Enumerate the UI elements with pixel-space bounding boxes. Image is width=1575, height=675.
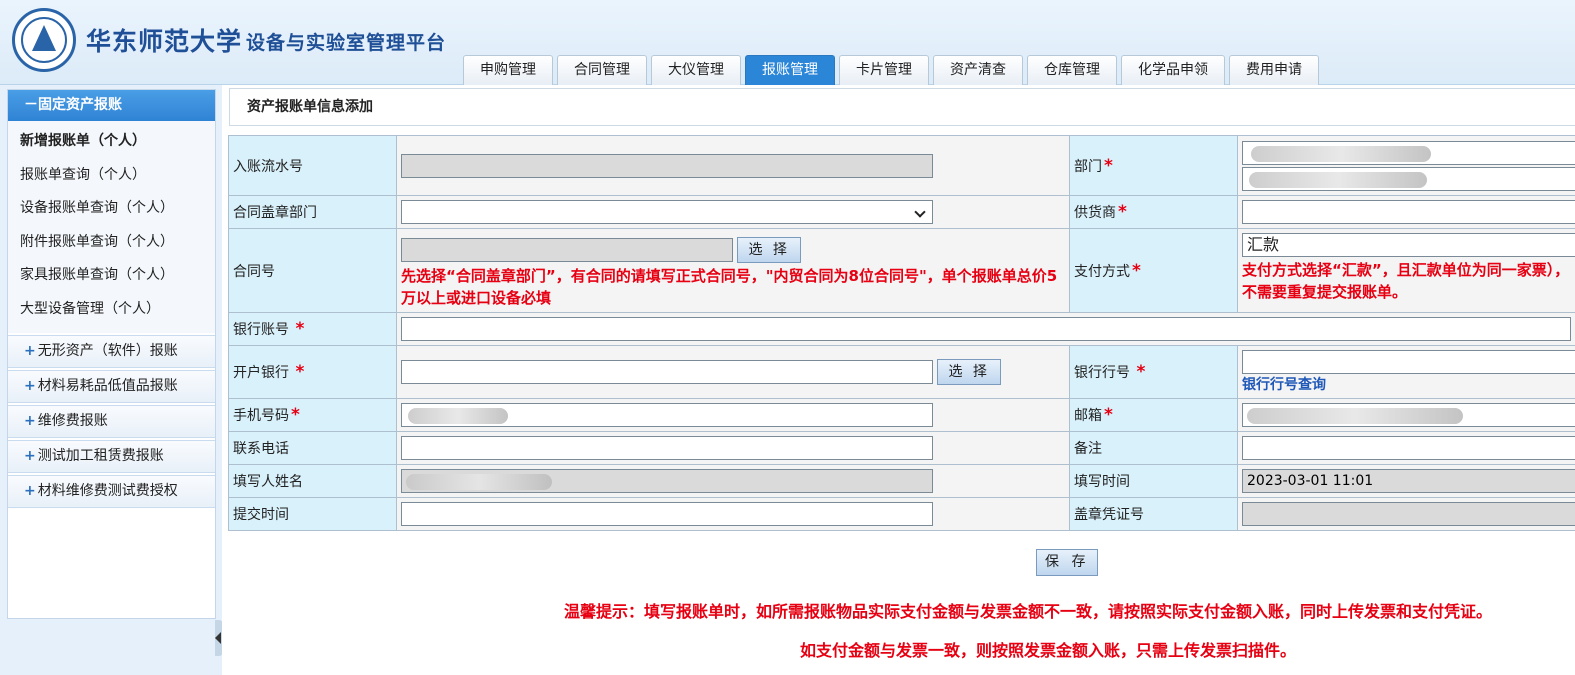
contract-no-hint: 先选择“合同盖章部门”，有合同的请填写正式合同号，"内贸合同为8位合同号"，单个… [401, 266, 1058, 307]
contract-dept-select[interactable] [401, 200, 933, 224]
filler-name-label: 填写人姓名 [228, 464, 397, 498]
university-logo [12, 8, 76, 72]
tab-6[interactable]: 仓库管理 [1027, 55, 1117, 85]
plus-icon: + [24, 342, 36, 359]
bank-label: 开户银行 * [228, 345, 397, 399]
sidebar-item-2[interactable]: 设备报账单查询（个人） [8, 192, 215, 226]
bank-account-label: 银行账号 * [228, 312, 397, 346]
main-content: 资产报账单信息添加 入账流水号 部门 * 合同盖章部门 供货商 * 合同号 选 … [222, 85, 1575, 675]
bank-code-label: 银行行号 * [1069, 345, 1238, 399]
entry-no-input [401, 153, 933, 178]
entry-no-label: 入账流水号 [228, 135, 397, 196]
payment-label: 支付方式 * [1069, 228, 1238, 313]
tab-3[interactable]: 报账管理 [745, 55, 835, 85]
phone-input[interactable] [401, 436, 933, 460]
mobile-input[interactable] [401, 403, 933, 427]
contract-no-input [401, 237, 733, 262]
platform-name: 设备与实验室管理平台 [246, 32, 447, 54]
fill-time-input [1242, 469, 1575, 493]
sidebar-collapsed-groups: + 无形资产（软件）报账 + 材料易耗品低值品报账 + 维修费报账 + 测试加工租赁费报账 + 材… [8, 334, 215, 508]
fill-time-label: 填写时间 [1069, 464, 1238, 498]
supplier-label: 供货商 * [1069, 195, 1238, 229]
supplier-input[interactable] [1242, 200, 1575, 224]
filler-name-input [401, 469, 933, 493]
remark-input[interactable] [1242, 436, 1575, 460]
sidebar-group-3[interactable]: + 测试加工租赁费报账 [8, 439, 215, 473]
sidebar-group-label: 维修费报账 [37, 412, 108, 429]
bank-code-input[interactable] [1242, 350, 1575, 374]
sidebar-group-0[interactable]: + 无形资产（软件）报账 [8, 334, 215, 368]
plus-icon: + [24, 412, 36, 429]
sidebar-group-label: 材料维修费测试费授权 [37, 482, 178, 499]
sidebar-group-label: 固定资产报账 [38, 97, 122, 113]
sidebar-group-1[interactable]: + 材料易耗品低值品报账 [8, 369, 215, 403]
email-label: 邮箱 * [1069, 398, 1238, 432]
bank-account-input[interactable] [401, 317, 1571, 341]
warm-tip-line-1: 温馨提示：填写报账单时，如所需报账物品实际支付金额与发票金额不一致，请按照实际支… [564, 602, 1493, 621]
sidebar-item-1[interactable]: 报账单查询（个人） [8, 159, 215, 193]
tab-5[interactable]: 资产清查 [933, 55, 1023, 85]
tab-4[interactable]: 卡片管理 [839, 55, 929, 85]
seal-voucher-input [1242, 502, 1575, 526]
minus-icon: － [24, 97, 38, 113]
seal-voucher-label: 盖章凭证号 [1069, 497, 1238, 531]
submit-time-label: 提交时间 [228, 497, 397, 531]
email-input[interactable] [1242, 403, 1575, 427]
tab-7[interactable]: 化学品申领 [1121, 55, 1225, 85]
mobile-label: 手机号码 * [228, 398, 397, 432]
sidebar-panel: －固定资产报账 新增报账单（个人） 报账单查询（个人） 设备报账单查询（个人） 附件报… [7, 89, 216, 619]
tab-0[interactable]: 申购管理 [463, 55, 553, 85]
submit-time-input[interactable] [401, 502, 933, 526]
chevron-left-icon [215, 632, 221, 644]
sidebar-item-5[interactable]: 大型设备管理（个人） [8, 293, 215, 327]
panel-title: 资产报账单信息添加 [229, 88, 1575, 126]
bank-input[interactable] [401, 360, 933, 384]
save-button[interactable]: 保 存 [1036, 549, 1099, 576]
plus-icon: + [24, 447, 36, 464]
sidebar-item-4[interactable]: 家具报账单查询（个人） [8, 259, 215, 293]
header: 华东师范大学 设备与实验室管理平台 申购管理 合同管理 大仪管理 报账管理 卡片管理 资产… [0, 0, 1575, 85]
sidebar-group-label: 测试加工租赁费报账 [37, 447, 164, 464]
sidebar-group-4[interactable]: + 材料维修费测试费授权 [8, 474, 215, 508]
department-select-2[interactable] [1242, 166, 1575, 191]
plus-icon: + [24, 377, 36, 394]
sidebar-sublist: 新增报账单（个人） 报账单查询（个人） 设备报账单查询（个人） 附件报账单查询（个人）… [8, 121, 215, 333]
tab-8[interactable]: 费用申请 [1229, 55, 1319, 85]
contract-no-label: 合同号 [228, 228, 397, 313]
university-name: 华东师范大学 [86, 27, 243, 56]
payment-hint: 支付方式选择“汇款”，且汇款单位为同一家票），不需要重复提交报账单。 [1242, 261, 1570, 301]
contract-dept-label: 合同盖章部门 [228, 195, 397, 229]
bank-select-button[interactable]: 选 择 [937, 359, 1001, 385]
warm-tip-line-2: 如支付金额与发票一致，则按照发票金额入账，只需上传发票扫描件。 [800, 641, 1297, 660]
sidebar-item-0[interactable]: 新增报账单（个人） [8, 125, 215, 159]
plus-icon: + [24, 482, 36, 499]
remark-label: 备注 [1069, 431, 1238, 465]
tab-1[interactable]: 合同管理 [557, 55, 647, 85]
department-label: 部门 * [1069, 135, 1238, 196]
sidebar-group-2[interactable]: + 维修费报账 [8, 404, 215, 438]
tab-2[interactable]: 大仪管理 [651, 55, 741, 85]
reimbursement-form: 入账流水号 部门 * 合同盖章部门 供货商 * 合同号 选 择 先选择“合同盖章部门… [228, 135, 1575, 531]
phone-label: 联系电话 [228, 431, 397, 465]
payment-select[interactable]: 汇款 [1242, 233, 1575, 257]
sidebar-group-label: 材料易耗品低值品报账 [37, 377, 178, 394]
main-nav-tabs: 申购管理 合同管理 大仪管理 报账管理 卡片管理 资产清查 仓库管理 化学品申领 费用申请 [463, 55, 1319, 85]
contract-select-button[interactable]: 选 择 [737, 236, 801, 263]
sidebar: －固定资产报账 新增报账单（个人） 报账单查询（个人） 设备报账单查询（个人） 附件报… [0, 85, 223, 675]
sidebar-group-fixed-assets[interactable]: －固定资产报账 [8, 90, 215, 121]
bank-code-query-link[interactable]: 银行行号查询 [1242, 374, 1575, 394]
sidebar-item-3[interactable]: 附件报账单查询（个人） [8, 226, 215, 260]
department-select-1[interactable] [1242, 140, 1575, 165]
sidebar-group-label: 无形资产（软件）报账 [37, 342, 178, 359]
